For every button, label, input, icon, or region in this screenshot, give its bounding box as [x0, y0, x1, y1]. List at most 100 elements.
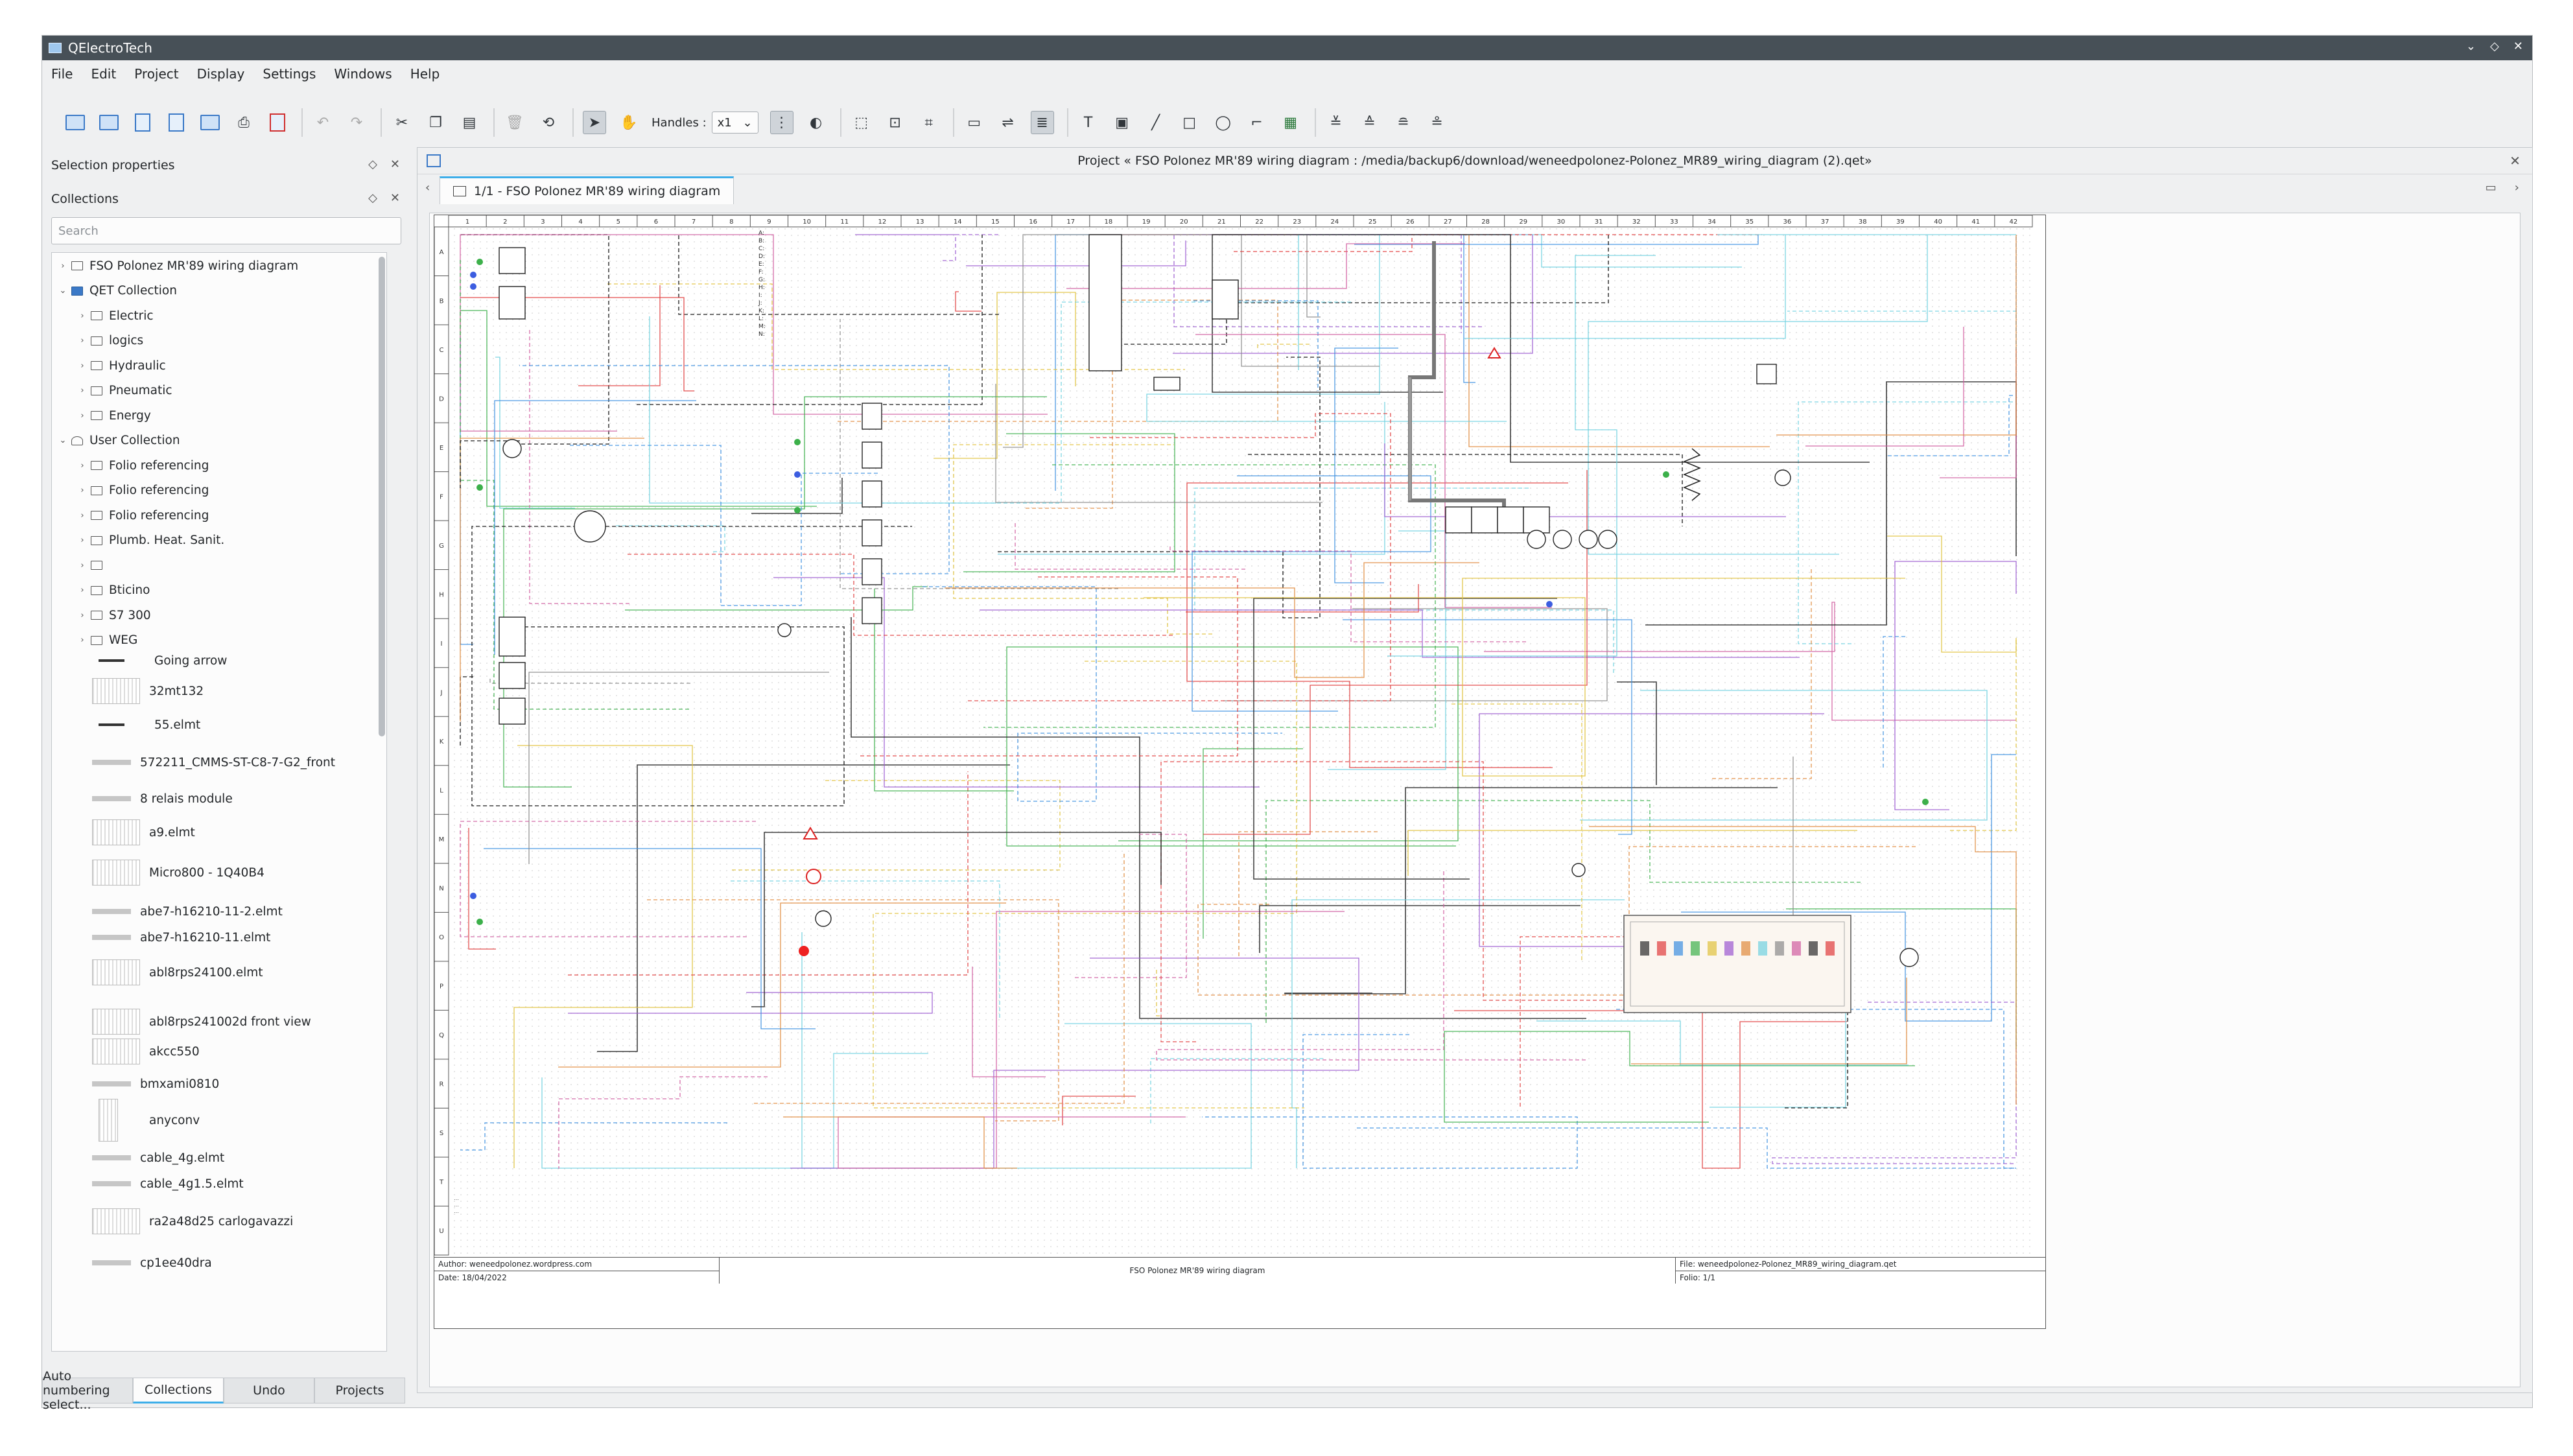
element-item[interactable]: anyconv: [92, 1099, 200, 1142]
tab-collections[interactable]: Collections: [133, 1378, 224, 1403]
menu-edit[interactable]: Edit: [82, 66, 125, 82]
save-icon[interactable]: [132, 112, 154, 134]
menu-help[interactable]: Help: [401, 66, 449, 82]
align-bottom-icon[interactable]: ≘: [1392, 112, 1415, 134]
element-item[interactable]: cp1ee40dra: [92, 1249, 212, 1277]
element-item[interactable]: cable_4g1.5.elmt: [92, 1169, 244, 1198]
tab-folio-1[interactable]: 1/1 - FSO Polonez MR'89 wiring diagram: [440, 176, 734, 204]
add-image-icon[interactable]: ▣: [1111, 112, 1133, 134]
add-polygon-icon[interactable]: ⌐: [1246, 112, 1268, 134]
title-block-icon[interactable]: ≣: [1030, 111, 1054, 134]
chevron-right-icon[interactable]: ›: [78, 511, 87, 521]
add-table-icon[interactable]: ▦: [1280, 112, 1302, 134]
chevron-right-icon[interactable]: ›: [78, 311, 87, 321]
tree-item[interactable]: › FSO Polonez MR'89 wiring diagram: [58, 255, 298, 276]
float-icon[interactable]: ◇: [368, 158, 377, 171]
chevron-right-icon[interactable]: ›: [58, 261, 67, 271]
collection-search-input[interactable]: Search: [51, 217, 401, 244]
align-middle-icon[interactable]: ≙: [1359, 112, 1381, 134]
add-ellipse-icon[interactable]: ◯: [1212, 112, 1234, 134]
shading-toggle-icon[interactable]: ◐: [805, 112, 827, 134]
new-project-icon[interactable]: [64, 112, 86, 134]
select-tool-icon[interactable]: ➤: [583, 111, 606, 134]
float-icon[interactable]: ◇: [368, 191, 377, 205]
element-item[interactable]: abl8rps24100.elmt: [92, 958, 263, 987]
tree-item[interactable]: › Bticino: [78, 580, 150, 601]
zoom-fit-icon[interactable]: ⬚: [851, 112, 873, 134]
align-left-icon[interactable]: ≗: [1426, 112, 1448, 134]
save-as-icon[interactable]: [165, 112, 187, 134]
tab-undo[interactable]: Undo: [224, 1378, 314, 1403]
chevron-right-icon[interactable]: ›: [78, 411, 87, 421]
element-item[interactable]: ra2a48d25 carlogavazzi: [92, 1207, 293, 1236]
close-icon[interactable]: ✕: [2513, 40, 2523, 53]
undo-icon[interactable]: ↶: [312, 112, 334, 134]
cut-icon[interactable]: ✂: [391, 112, 413, 134]
align-top-icon[interactable]: ≚: [1325, 112, 1347, 134]
close-icon[interactable]: ✕: [390, 191, 400, 205]
menu-file[interactable]: File: [42, 66, 82, 82]
close-icon[interactable]: ✕: [390, 158, 400, 171]
collection-tree[interactable]: › FSO Polonez MR'89 wiring diagram ⌄ QET Co…: [51, 252, 387, 1352]
tree-item[interactable]: › Folio referencing: [78, 505, 209, 526]
element-item[interactable]: 32mt132: [92, 677, 204, 705]
print-icon[interactable]: ⎙: [233, 112, 255, 134]
tree-item[interactable]: ⌄ QET Collection: [58, 281, 177, 301]
element-item[interactable]: 8 relais module: [92, 784, 233, 813]
paste-icon[interactable]: ▤: [458, 112, 480, 134]
chevron-right-icon[interactable]: ›: [78, 535, 87, 545]
element-item[interactable]: bmxami0810: [92, 1070, 219, 1098]
chevron-right-icon[interactable]: ›: [78, 361, 87, 371]
tree-item[interactable]: › Plumb. Heat. Sanit.: [78, 530, 224, 551]
element-item[interactable]: abe7-h16210-11.elmt: [92, 923, 270, 952]
add-line-icon[interactable]: ╱: [1145, 112, 1167, 134]
element-item[interactable]: abe7-h16210-11-2.elmt: [92, 897, 283, 926]
maximize-icon[interactable]: ◇: [2490, 40, 2499, 53]
menu-project[interactable]: Project: [125, 66, 187, 82]
tree-item[interactable]: › S7 300: [78, 605, 150, 626]
tree-item[interactable]: › Energy: [78, 405, 150, 426]
tree-item[interactable]: › Hydraulic: [78, 355, 165, 376]
delete-icon[interactable]: 🗑: [504, 112, 526, 134]
element-item[interactable]: 572211_CMMS-ST-C8-7-G2_front: [92, 748, 335, 777]
copy-icon[interactable]: ❐: [425, 112, 447, 134]
tree-item[interactable]: › logics: [78, 331, 143, 351]
title-bar[interactable]: QElectroTech ⌄ ◇ ✕: [42, 36, 2532, 60]
element-item[interactable]: a9.elmt: [92, 818, 195, 847]
close-project-icon[interactable]: ✕: [2509, 153, 2520, 169]
chevron-right-icon[interactable]: ›: [78, 486, 87, 495]
element-item[interactable]: Micro800 - 1Q40B4: [92, 858, 264, 887]
menu-display[interactable]: Display: [188, 66, 254, 82]
folio-list-icon[interactable]: ▭: [2485, 181, 2497, 194]
chevron-right-icon[interactable]: ›: [78, 611, 87, 620]
chevron-down-icon[interactable]: ⌄: [58, 436, 67, 445]
grid-toggle-icon[interactable]: ⋮: [770, 111, 793, 134]
tree-item[interactable]: › Pneumatic: [78, 381, 172, 401]
element-item[interactable]: Going arrow: [92, 646, 227, 675]
tree-scrollbar[interactable]: [379, 257, 385, 736]
tree-item[interactable]: › Folio referencing: [78, 480, 209, 501]
tab-auto-numbering[interactable]: Auto numbering select...: [42, 1369, 133, 1412]
chevron-right-icon[interactable]: ›: [78, 585, 87, 595]
handles-select[interactable]: x1 ⌄: [711, 112, 758, 134]
tab-projects[interactable]: Projects: [314, 1378, 405, 1403]
rotate-icon[interactable]: ⟲: [537, 112, 559, 134]
chevron-right-icon[interactable]: ›: [78, 386, 87, 395]
chevron-right-icon[interactable]: ›: [78, 336, 87, 346]
scroll-right-icon[interactable]: ›: [2515, 181, 2519, 194]
conductor-icon[interactable]: ⇌: [997, 112, 1019, 134]
chevron-down-icon[interactable]: ⌄: [58, 286, 67, 296]
add-rectangle-icon[interactable]: □: [1179, 112, 1201, 134]
element-item[interactable]: akcc550: [92, 1037, 200, 1066]
add-text-icon[interactable]: T: [1077, 112, 1099, 134]
chevron-right-icon[interactable]: ›: [78, 635, 87, 645]
menu-windows[interactable]: Windows: [325, 66, 401, 82]
menu-settings[interactable]: Settings: [253, 66, 325, 82]
diagram-canvas[interactable]: 1 2 3 4 5 6 7 8 9 10 11 12 13 14 15 16 17 18 19 20 21 22 23 24 2…: [429, 213, 2520, 1387]
zoom-reset-icon[interactable]: ⌗: [918, 112, 940, 134]
scroll-left-icon[interactable]: ‹: [425, 181, 430, 194]
element-item[interactable]: abl8rps241002d front view: [92, 1007, 311, 1036]
element-item[interactable]: 55.elmt: [92, 710, 200, 739]
tree-item[interactable]: › Folio referencing: [78, 455, 209, 476]
minimize-icon[interactable]: ⌄: [2466, 40, 2476, 53]
